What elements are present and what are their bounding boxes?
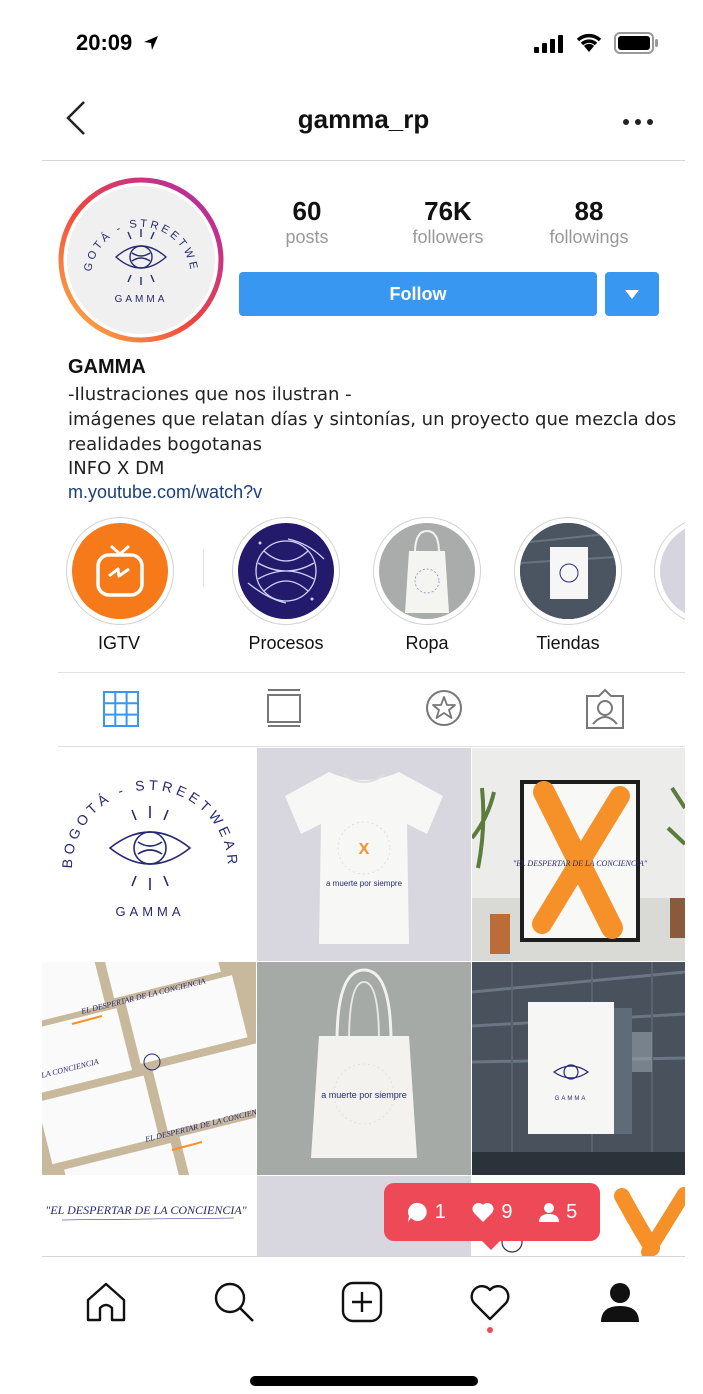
stat-followers-value: 76K <box>424 196 472 226</box>
highlight-label: Ropa <box>405 633 449 653</box>
highlight-label: Procesos <box>248 633 324 653</box>
saved-star-icon[interactable] <box>424 688 464 728</box>
highlight-separator <box>203 549 204 587</box>
svg-text:BOGOTÁ - STREETWEAR: BOGOTÁ - STREETWEAR <box>59 777 242 869</box>
post-logo-top-text: BOGOTÁ - STREETWEAR <box>59 777 238 869</box>
tab-divider <box>58 746 685 747</box>
signal-icon <box>534 35 563 53</box>
highlight-igtv[interactable] <box>66 517 174 625</box>
highlight-partial[interactable] <box>654 517 685 625</box>
shirt-circle-text: a muerte por siempre <box>326 879 403 888</box>
tagged-photos-icon[interactable] <box>584 688 626 730</box>
stat-followers-label: followers <box>412 227 484 247</box>
sign-logo-text: GAMMA <box>555 1096 588 1102</box>
activity-notification-bubble[interactable]: 1 9 5 <box>384 1183 600 1241</box>
post-tile-logo[interactable]: BOGOTÁ - STREETWEAR GAMMA <box>42 748 256 961</box>
bottom-divider <box>42 1256 685 1257</box>
ropa-cover <box>379 523 475 619</box>
home-indicator <box>250 1376 478 1386</box>
profile-name: GAMMA <box>68 356 146 378</box>
highlight-label: Tiendas <box>536 633 600 653</box>
comments-count: 1 <box>407 1201 446 1224</box>
post-tile-poster[interactable]: "EL DESPERTAR DE LA CONCIENCIA" <box>472 748 685 961</box>
bio-line: realidades bogotanas <box>68 434 262 455</box>
post-tile-business-cards[interactable]: EL DESPERTAR DE LA CONCIENCIA LA CONCIEN… <box>42 962 256 1175</box>
tote-bag-icon <box>405 529 449 613</box>
caret-down-icon <box>625 289 639 299</box>
bio-line: INFO X DM <box>68 458 165 479</box>
activity-dot <box>487 1327 493 1333</box>
post-tile-tshirt[interactable]: X a muerte por siempre <box>257 748 471 961</box>
nav-title-username: gamma_rp <box>297 104 430 134</box>
follows-count: 5 <box>538 1201 577 1224</box>
stat-posts-label: posts <box>285 227 329 247</box>
highlight-ring <box>373 517 481 625</box>
bottom-caption-text: "EL DESPERTAR DE LA CONCIENCIA" <box>45 1203 247 1217</box>
bag-circle-text: a muerte por siempre <box>321 1090 407 1100</box>
stat-posts-value: 60 <box>292 196 322 226</box>
person-icon <box>539 1203 560 1222</box>
stat-followings-value: 88 <box>574 196 604 226</box>
planet-illustration-icon <box>247 538 325 604</box>
status-time: 20:09 <box>76 30 133 55</box>
store-sign-icon <box>520 523 616 619</box>
notification-tip <box>479 1238 503 1250</box>
tab-divider <box>58 672 685 673</box>
location-arrow-icon <box>144 36 158 50</box>
wifi-icon <box>576 33 602 52</box>
app-frame: 20:09 gamma_rp GOTÁ - STREETWE GAMMA 60 … <box>42 0 685 1394</box>
highlight-tiendas[interactable] <box>514 517 622 625</box>
profile-icon[interactable] <box>598 1280 642 1324</box>
new-post-icon[interactable] <box>340 1280 384 1324</box>
igtv-icon <box>96 544 144 597</box>
bio-line: imágenes que relatan días y sintonías, u… <box>68 409 677 430</box>
follow-button[interactable]: Follow <box>239 272 597 316</box>
more-options-icon[interactable] <box>622 118 654 126</box>
battery-icon <box>614 32 658 54</box>
bio-line: -Ilustraciones que nos ilustran - <box>68 384 352 405</box>
post-tile-store-sign[interactable]: GAMMA <box>472 962 685 1175</box>
likes-count-value: 9 <box>501 1200 513 1223</box>
suggestions-dropdown-button[interactable] <box>605 272 659 316</box>
post-logo-bottom-text: GAMMA <box>115 904 184 919</box>
profile-avatar[interactable]: BOGOTÁ - STREETWEAR GAMMA <box>52 168 224 343</box>
home-icon[interactable] <box>84 1280 128 1324</box>
feed-view-icon[interactable] <box>264 688 304 728</box>
tiendas-cover <box>520 523 616 619</box>
partial-cover <box>660 523 685 619</box>
grid-view-icon[interactable] <box>102 690 140 728</box>
avatar-logo-bottom-text: GAMMA <box>115 294 168 305</box>
igtv-cover <box>72 523 168 619</box>
stat-followers[interactable]: 76K followers <box>378 196 518 248</box>
highlight-procesos[interactable] <box>232 517 340 625</box>
heart-icon <box>472 1202 494 1222</box>
highlight-ring <box>514 517 622 625</box>
shirt-x-text: X <box>359 841 370 858</box>
stat-followings-label: followings <box>549 227 629 247</box>
post-tile-caption[interactable]: "EL DESPERTAR DE LA CONCIENCIA" <box>42 1176 256 1256</box>
comments-count-value: 1 <box>434 1200 446 1223</box>
post-tile-tote-bag[interactable]: a muerte por siempre <box>257 962 471 1175</box>
likes-count: 9 <box>471 1200 513 1224</box>
poster-caption: "EL DESPERTAR DE LA CONCIENCIA" <box>513 859 648 868</box>
highlight-ropa[interactable] <box>373 517 481 625</box>
activity-heart-icon[interactable] <box>468 1282 512 1322</box>
search-icon[interactable] <box>212 1280 256 1324</box>
nav-divider <box>42 160 685 161</box>
bio-link[interactable]: m.youtube.com/watch?v <box>68 482 262 503</box>
highlight-ring <box>66 517 174 625</box>
highlight-label: IGTV <box>97 633 140 653</box>
stat-followings[interactable]: 88 followings <box>519 196 659 248</box>
comment-bubble-icon <box>407 1202 427 1222</box>
highlight-ring <box>232 517 340 625</box>
follows-count-value: 5 <box>566 1200 578 1223</box>
highlight-ring <box>654 517 685 625</box>
stat-posts[interactable]: 60 posts <box>237 196 377 248</box>
procesos-cover <box>238 523 334 619</box>
